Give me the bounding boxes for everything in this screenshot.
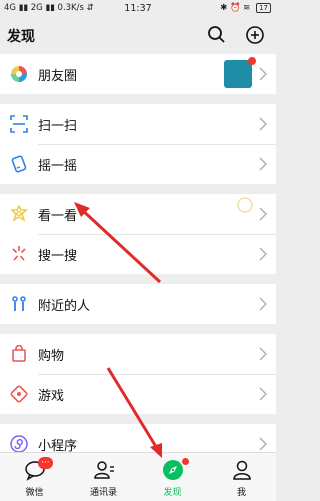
chevron-right-icon [259, 157, 267, 171]
search-icon[interactable] [206, 24, 228, 46]
games-icon [10, 385, 28, 403]
chevron-right-icon [259, 297, 267, 311]
chevron-right-icon [259, 67, 267, 81]
shopping-label: 购物 [38, 349, 65, 364]
nearby-row[interactable]: 附近的人 [0, 284, 276, 324]
tab-discover-label: 发现 [163, 488, 182, 498]
scan-row[interactable]: 扫一扫 [0, 104, 276, 144]
status-right: ✱ ⏰ ≋ 17 [220, 3, 271, 13]
shake-icon [11, 155, 27, 173]
moments-label: 朋友圈 [38, 69, 78, 84]
group-look-search: 看一看 搜一搜 [0, 194, 276, 274]
games-label: 游戏 [38, 389, 65, 404]
bottom-tab-bar: ··· 微信 通讯录 发现 我 [0, 452, 276, 501]
tab-chats[interactable]: ··· 微信 [0, 453, 69, 501]
chevron-right-icon [259, 247, 267, 261]
shopping-bag-icon [12, 345, 26, 362]
discover-compass-icon [163, 460, 183, 480]
tab-discover[interactable]: 发现 [138, 453, 207, 501]
tab-contacts-label: 通讯录 [89, 488, 117, 498]
group-moments: 朋友圈 [0, 54, 276, 94]
battery-level: 17 [259, 4, 268, 12]
games-row[interactable]: 游戏 [0, 374, 276, 414]
battery-icon: 17 [256, 3, 271, 13]
contacts-icon [94, 461, 114, 479]
search-spark-icon [12, 246, 26, 261]
tab-chats-label: 微信 [25, 488, 44, 498]
tab-me[interactable]: 我 [207, 453, 276, 501]
shake-row[interactable]: 摇一摇 [0, 144, 276, 184]
top-stories-icon [10, 205, 28, 222]
status-bar: 4G ▮▮ 2G ▮▮ 0.3K/s ⇵ 11:37 ✱ ⏰ ≋ 17 [0, 0, 276, 16]
alarm-icon: ⏰ [229, 3, 241, 13]
page-title: 发现 [7, 29, 35, 45]
chevron-right-icon [259, 207, 267, 221]
shopping-row[interactable]: 购物 [0, 334, 276, 374]
scan-icon [10, 115, 28, 133]
people-nearby-icon [12, 296, 26, 311]
me-person-icon [233, 460, 251, 480]
chevron-right-icon [259, 437, 267, 451]
tab-contacts[interactable]: 通讯录 [69, 453, 138, 501]
chevron-right-icon [259, 117, 267, 131]
wifi-icon: ≋ [243, 3, 251, 13]
group-shop-games: 购物 游戏 [0, 334, 276, 414]
shake-label: 摇一摇 [38, 159, 78, 174]
moments-icon [11, 66, 27, 82]
moments-row[interactable]: 朋友圈 [0, 54, 276, 94]
chevron-right-icon [259, 387, 267, 401]
discover-list: 朋友圈 扫一扫 摇一摇 看一看 搜一搜 附近的人 购物 游戏 小程序 [0, 54, 276, 474]
bluetooth-icon: ✱ [220, 3, 228, 13]
chats-unread-badge: ··· [38, 457, 53, 469]
discover-red-dot [182, 458, 189, 465]
tab-me-label: 我 [236, 488, 246, 498]
moments-thumbnail [224, 60, 252, 88]
group-nearby: 附近的人 [0, 284, 276, 324]
scan-label: 扫一扫 [38, 119, 78, 134]
nearby-label: 附近的人 [38, 299, 91, 314]
group-scan-shake: 扫一扫 摇一摇 [0, 104, 276, 184]
add-plus-icon[interactable] [244, 24, 266, 46]
moments-red-dot [248, 57, 256, 65]
mini-program-icon [10, 435, 28, 453]
top-stories-row[interactable]: 看一看 [0, 194, 276, 234]
header: 发现 [0, 16, 276, 54]
touch-indicator-icon [237, 197, 253, 213]
top-stories-label: 看一看 [38, 209, 78, 224]
search-label: 搜一搜 [38, 249, 78, 264]
search-row[interactable]: 搜一搜 [0, 234, 276, 274]
chevron-right-icon [259, 347, 267, 361]
